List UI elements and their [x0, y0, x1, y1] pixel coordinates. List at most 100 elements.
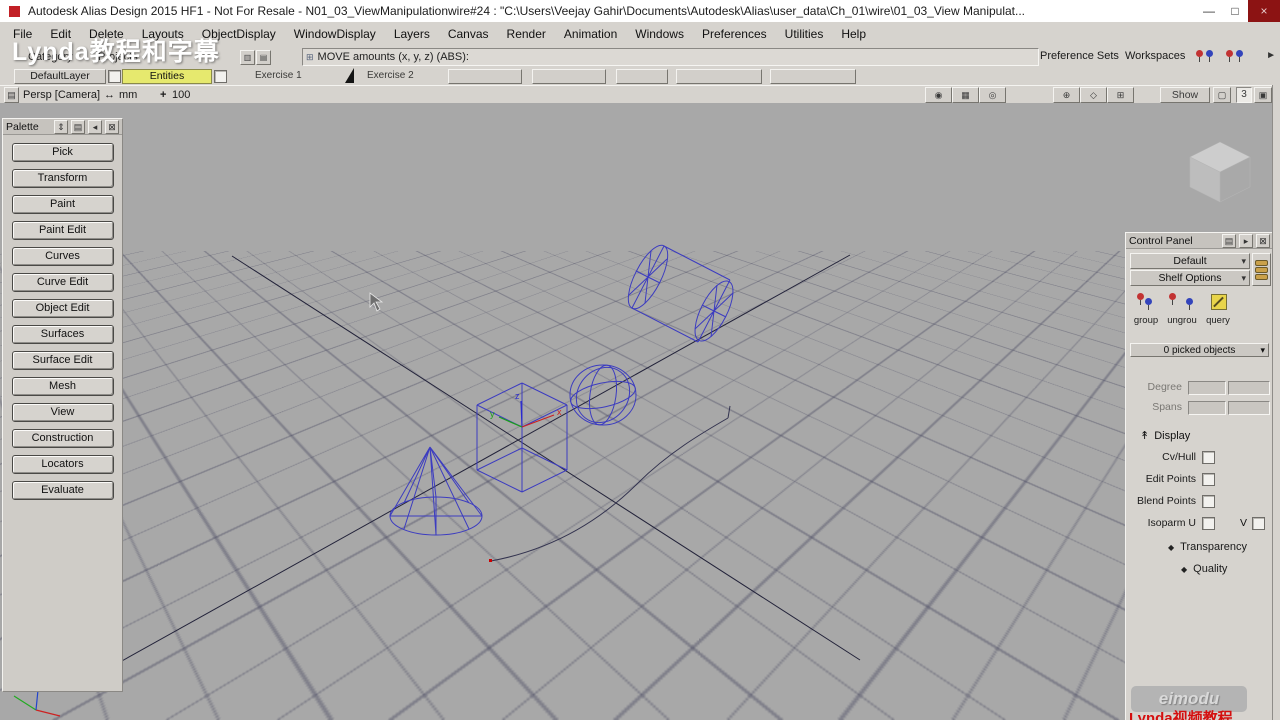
shelf-empty-slot[interactable] [448, 69, 522, 84]
menu-item-canvas[interactable]: Canvas [439, 24, 498, 44]
degree-field-2[interactable] [1228, 381, 1270, 395]
menu-item-preferences[interactable]: Preferences [693, 24, 776, 44]
viewport-canvas[interactable]: z x y [0, 103, 1280, 720]
film-gate-icon[interactable]: ▦ [952, 87, 979, 103]
ungroup-label: ungrou [1167, 315, 1197, 326]
palette-button-locators[interactable]: Locators [11, 455, 114, 474]
isoparm-u-checkbox[interactable] [1202, 517, 1215, 530]
menu-item-animation[interactable]: Animation [555, 24, 626, 44]
resize-icon[interactable]: ↔ [104, 89, 115, 101]
marker-pins-a[interactable] [1196, 50, 1214, 62]
fit-view-icon[interactable]: ⊞ [1107, 87, 1134, 103]
shelf-empty-slot[interactable] [676, 69, 762, 84]
wireframe-curve[interactable] [489, 405, 731, 562]
shelf-stack-button[interactable] [1252, 253, 1271, 286]
palette-button-curves[interactable]: Curves [11, 247, 114, 266]
palette-button-mesh[interactable]: Mesh [11, 377, 114, 396]
prompt-line-input[interactable]: ⊞ MOVE amounts (x, y, z) (ABS): [302, 48, 1039, 66]
palette-header[interactable]: Palette ⇕ ▤ ◂ ⊠ [3, 119, 122, 135]
shelf-empty-slot[interactable] [770, 69, 856, 84]
palette-button-transform[interactable]: Transform [11, 169, 114, 188]
shelf-tab-entities[interactable]: Entities [122, 69, 212, 84]
transparency-toggle[interactable]: ◆ Transparency [1168, 541, 1247, 553]
palette-button-curve-edit[interactable]: Curve Edit [11, 273, 114, 292]
shelf-tab-exercise1[interactable]: Exercise 1 [250, 69, 347, 82]
picked-objects-bar[interactable]: 0 picked objects ▾ [1130, 343, 1269, 357]
shelf-empty-slot[interactable] [616, 69, 668, 84]
menu-item-utilities[interactable]: Utilities [776, 24, 833, 44]
look-through-icon[interactable]: ◉ [925, 87, 952, 103]
default-layer-button[interactable]: DefaultLayer [14, 69, 106, 84]
shelf-options-dropdown[interactable]: Shelf Options ▾ [1130, 270, 1250, 286]
isoparm-v-checkbox[interactable] [1252, 517, 1265, 530]
palette-collapse-icon[interactable]: ◂ [88, 119, 102, 134]
perspective-viewport[interactable]: z x y [0, 103, 1280, 720]
spans-field-1[interactable] [1188, 401, 1226, 415]
shelf-tab-exercise2[interactable]: Exercise 2 [362, 69, 445, 82]
quality-toggle[interactable]: ◆ Quality [1181, 563, 1227, 575]
palette-button-view[interactable]: View [11, 403, 114, 422]
frame-icon[interactable]: ▢ [1213, 87, 1231, 103]
blend-points-checkbox[interactable] [1202, 495, 1215, 508]
shelf-toggle-checkbox[interactable] [214, 70, 227, 83]
layer-toggle-checkbox[interactable] [108, 70, 121, 83]
preset-dropdown[interactable]: Default ▾ [1130, 253, 1250, 269]
control-panel-close-icon[interactable]: ⊠ [1256, 233, 1270, 248]
cv-hull-checkbox[interactable] [1202, 451, 1215, 464]
edit-points-checkbox[interactable] [1202, 473, 1215, 486]
ungroup-tool[interactable]: ungrou [1164, 289, 1200, 335]
track-icon[interactable]: ⊕ [1053, 87, 1080, 103]
view-count-value: 3 [1236, 87, 1252, 103]
pane-toggle-icon[interactable]: ▥ [240, 50, 255, 65]
stack-disc-icon [1255, 259, 1268, 266]
degree-field-1[interactable] [1188, 381, 1226, 395]
palette-button-evaluate[interactable]: Evaluate [11, 481, 114, 500]
palette-window: Palette ⇕ ▤ ◂ ⊠ Pick Transform Paint Pai… [2, 118, 123, 692]
move-icon[interactable]: + [160, 89, 166, 101]
wireframe-cylinder[interactable] [621, 240, 741, 346]
zoom-icon[interactable]: ◎ [979, 87, 1006, 103]
palette-resize-icon[interactable]: ⇕ [54, 119, 68, 134]
menu-item-layers[interactable]: Layers [385, 24, 439, 44]
palette-menu-icon[interactable]: ▤ [71, 119, 85, 134]
menu-item-windowdisplay[interactable]: WindowDisplay [285, 24, 385, 44]
palette-button-paint-edit[interactable]: Paint Edit [11, 221, 114, 240]
spans-field-2[interactable] [1228, 401, 1270, 415]
menu-item-help[interactable]: Help [832, 24, 875, 44]
control-panel-header[interactable]: Control Panel ▤ ▸ ⊠ [1126, 233, 1273, 249]
preference-sets-button[interactable]: Preference Sets [1040, 50, 1119, 62]
layout-icon[interactable]: ▣ [1254, 87, 1272, 103]
workspaces-button[interactable]: Workspaces [1125, 50, 1185, 62]
grid-size-value[interactable]: 100 [172, 89, 190, 101]
marker-pins-b[interactable] [1226, 50, 1244, 62]
wireframe-cube[interactable] [476, 382, 568, 493]
toolbar-overflow-arrow[interactable]: ► [1266, 50, 1276, 61]
group-tool[interactable]: group [1128, 289, 1164, 335]
camera-label[interactable]: Persp [Camera] [23, 89, 100, 101]
control-panel-expand-icon[interactable]: ▸ [1239, 233, 1253, 248]
show-button[interactable]: Show [1160, 87, 1210, 103]
orbit-icon[interactable]: ◇ [1080, 87, 1107, 103]
display-section-header[interactable]: ↟ Display [1140, 429, 1190, 443]
wireframe-cone[interactable] [389, 446, 483, 536]
close-button[interactable]: × [1248, 0, 1280, 22]
palette-close-icon[interactable]: ⊠ [105, 119, 119, 134]
window-menu-icon[interactable]: ▤ [4, 87, 19, 103]
menu-item-render[interactable]: Render [498, 24, 555, 44]
wireframe-sphere[interactable] [565, 357, 640, 433]
palette-button-surface-edit[interactable]: Surface Edit [11, 351, 114, 370]
list-toggle-icon[interactable]: ▤ [256, 50, 271, 65]
minimize-button[interactable]: — [1196, 4, 1222, 18]
palette-button-pick[interactable]: Pick [11, 143, 114, 162]
shelf-empty-slot[interactable] [532, 69, 606, 84]
cv-hull-label: Cv/Hull [1162, 451, 1196, 463]
spans-label: Spans [1152, 401, 1182, 413]
palette-button-paint[interactable]: Paint [11, 195, 114, 214]
control-panel-menu-icon[interactable]: ▤ [1222, 233, 1236, 248]
menu-item-windows[interactable]: Windows [626, 24, 693, 44]
query-tool[interactable]: query [1200, 289, 1236, 335]
maximize-button[interactable]: □ [1222, 4, 1248, 18]
palette-button-object-edit[interactable]: Object Edit [11, 299, 114, 318]
palette-button-construction[interactable]: Construction [11, 429, 114, 448]
palette-button-surfaces[interactable]: Surfaces [11, 325, 114, 344]
